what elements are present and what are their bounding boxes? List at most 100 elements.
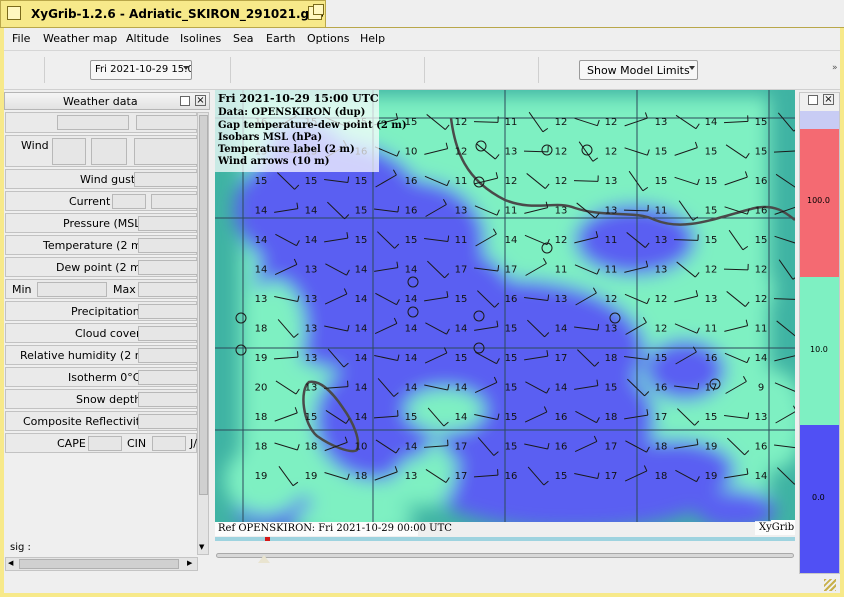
time-slider-handle[interactable] bbox=[258, 555, 270, 563]
sig-row: sig : bbox=[5, 542, 197, 556]
data-row-min-max: Min Max bbox=[5, 279, 198, 299]
wind-gust-label: Wind gust bbox=[80, 173, 136, 186]
data-row-snow-depth: Snow depth bbox=[5, 389, 198, 409]
temperature-label: 14 bbox=[305, 235, 318, 246]
value-box bbox=[52, 138, 86, 165]
temperature-label: 14 bbox=[455, 383, 468, 394]
temperature-label: 18 bbox=[605, 412, 618, 423]
date-select[interactable]: Fri 2021-10-29 15:0( bbox=[90, 60, 192, 80]
temperature-label: 17 bbox=[455, 265, 468, 276]
temperature-label: 16 bbox=[755, 176, 768, 187]
temperature-label: 17 bbox=[605, 471, 618, 482]
temperature-label: 13 bbox=[655, 117, 668, 128]
menu-isolines[interactable]: Isolines bbox=[180, 32, 221, 45]
temperature-label: 11 bbox=[605, 265, 618, 276]
color-scale-panel: × 100.0 10.0 0.0 bbox=[799, 92, 840, 574]
temperature-label: 13 bbox=[305, 265, 318, 276]
temperature-label: 14 bbox=[405, 383, 418, 394]
resize-grip-icon[interactable] bbox=[824, 579, 836, 591]
temperature-label: 17 bbox=[555, 353, 568, 364]
temperature-label: 19 bbox=[255, 353, 268, 364]
temperature-label: 15 bbox=[755, 147, 768, 158]
close-icon[interactable]: × bbox=[195, 95, 206, 106]
toolbar-separator bbox=[44, 57, 45, 83]
temperature-label: 17 bbox=[455, 442, 468, 453]
temperature-label: 14 bbox=[705, 117, 718, 128]
toolbar: Fri 2021-10-29 15:0( Show Model Limits » bbox=[4, 50, 840, 90]
value-box bbox=[138, 348, 198, 363]
temperature-label: 14 bbox=[255, 235, 268, 246]
legend-data-source: Data: OPENSKIRON (dup) bbox=[218, 107, 366, 118]
temperature-label: 15 bbox=[405, 235, 418, 246]
chevron-right-icon[interactable]: ▶ bbox=[187, 559, 192, 567]
current-label: Current bbox=[69, 195, 111, 208]
menu-weather-map[interactable]: Weather map bbox=[43, 32, 117, 45]
window-titlebar[interactable]: XyGrib-1.2.6 - Adriatic_SKIRON_291021.gr… bbox=[0, 0, 326, 27]
temperature-label: 13 bbox=[305, 383, 318, 394]
sig-label: sig : bbox=[10, 542, 31, 553]
menu-file[interactable]: File bbox=[12, 32, 30, 45]
scrollbar-thumb[interactable] bbox=[199, 115, 208, 495]
temperature-label: 12 bbox=[755, 294, 768, 305]
value-box bbox=[138, 282, 198, 297]
time-slider[interactable] bbox=[216, 553, 794, 558]
data-row-wind-gust: Wind gust bbox=[5, 169, 198, 189]
chevron-left-icon[interactable]: ◀ bbox=[8, 559, 13, 567]
temperature-label: 15 bbox=[705, 176, 718, 187]
window-title: XyGrib-1.2.6 - Adriatic_SKIRON_291021.gr… bbox=[31, 7, 324, 21]
temperature-label: 13 bbox=[705, 294, 718, 305]
dew-point-label: Dew point (2 m) bbox=[56, 261, 146, 274]
horizontal-scrollbar[interactable]: ◀ ▶ bbox=[5, 557, 198, 571]
temperature-label: 14 bbox=[455, 412, 468, 423]
maximize-icon[interactable] bbox=[308, 4, 324, 20]
temperature-label: 12 bbox=[705, 265, 718, 276]
value-box bbox=[138, 392, 198, 407]
value-box bbox=[91, 138, 127, 165]
temperature-label: 16 bbox=[405, 206, 418, 217]
menu-options[interactable]: Options bbox=[307, 32, 349, 45]
temperature-label: 14 bbox=[555, 324, 568, 335]
value-box bbox=[134, 172, 198, 187]
temperature-label: 15 bbox=[355, 206, 368, 217]
unit-label: J/ bbox=[190, 437, 197, 450]
temperature-label: 15 bbox=[555, 471, 568, 482]
temperature-label: 13 bbox=[605, 206, 618, 217]
temperature-label: 14 bbox=[405, 324, 418, 335]
scrollbar-thumb[interactable] bbox=[19, 559, 179, 569]
temperature-label: 13 bbox=[555, 206, 568, 217]
float-icon[interactable] bbox=[808, 95, 818, 105]
temperature-label: 15 bbox=[405, 412, 418, 423]
model-limits-button[interactable]: Show Model Limits bbox=[579, 60, 698, 80]
ref-label: Ref OPENSKIRON: Fri 2021-10-29 00:00 UTC bbox=[215, 522, 452, 536]
temperature-label: 12 bbox=[455, 117, 468, 128]
menu-earth[interactable]: Earth bbox=[266, 32, 296, 45]
temperature-label: 11 bbox=[455, 176, 468, 187]
toolbar-overflow[interactable]: » bbox=[832, 63, 838, 73]
menu-sea[interactable]: Sea bbox=[233, 32, 254, 45]
temperature-label: 15 bbox=[655, 353, 668, 364]
chevron-down-icon[interactable]: ▼ bbox=[199, 543, 204, 551]
window-menu-icon[interactable] bbox=[7, 6, 21, 20]
min-label: Min bbox=[12, 283, 32, 296]
temperature-label: 12 bbox=[605, 117, 618, 128]
data-row-blank bbox=[5, 112, 198, 133]
pressure-label: Pressure (MSL) bbox=[63, 217, 145, 230]
vertical-scrollbar[interactable]: ▼ bbox=[197, 112, 209, 555]
data-row-current: Current bbox=[5, 191, 198, 211]
color-label-high: 100.0 bbox=[807, 196, 830, 205]
temperature-label: 15 bbox=[705, 235, 718, 246]
menu-altitude[interactable]: Altitude bbox=[126, 32, 169, 45]
weather-map[interactable]: 16 15 15 15 12 11 12 12 13 14 15 15 15 16 10 12 13 12 12 15… bbox=[215, 90, 795, 522]
value-box bbox=[151, 194, 198, 209]
temperature-label: 14 bbox=[255, 206, 268, 217]
close-icon[interactable]: × bbox=[823, 94, 834, 105]
temperature-label: 14 bbox=[455, 324, 468, 335]
model-limits-label: Show Model Limits bbox=[587, 64, 690, 77]
temperature-label: 13 bbox=[255, 294, 268, 305]
menu-help[interactable]: Help bbox=[360, 32, 385, 45]
float-icon[interactable] bbox=[180, 96, 190, 106]
temperature-label: 14 bbox=[355, 383, 368, 394]
temperature-label: 9 bbox=[758, 383, 764, 394]
temperature-label: 15 bbox=[755, 117, 768, 128]
temperature-label: 11 bbox=[655, 206, 668, 217]
